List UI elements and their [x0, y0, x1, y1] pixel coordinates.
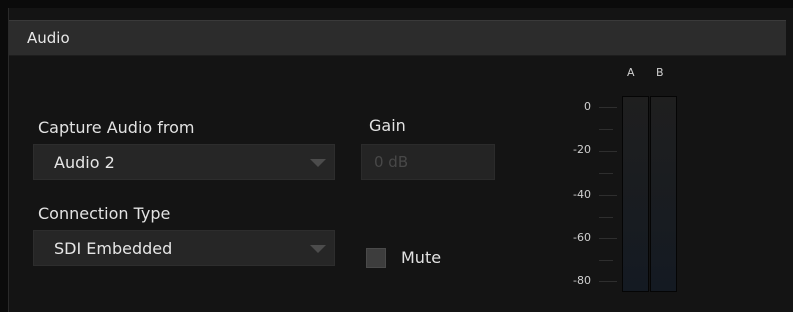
meter-bar-a: [622, 96, 649, 292]
chevron-down-icon: [310, 159, 326, 167]
connection-type-dropdown[interactable]: SDI Embedded: [33, 230, 335, 266]
connection-type-value: SDI Embedded: [54, 239, 173, 258]
audio-panel: Audio Capture Audio from Audio 2 Connect…: [8, 8, 793, 312]
meter-tick: [599, 129, 613, 130]
meter-channel-a-label: A: [627, 66, 635, 79]
capture-audio-value: Audio 2: [54, 153, 115, 172]
capture-audio-dropdown[interactable]: Audio 2: [33, 144, 335, 180]
meter-tick-label: -80: [573, 274, 591, 287]
meter-channel-b-label: B: [656, 66, 664, 79]
mute-label: Mute: [401, 248, 442, 267]
gain-input[interactable]: 0 dB: [361, 144, 495, 180]
gain-label: Gain: [369, 116, 406, 135]
capture-audio-label: Capture Audio from: [38, 118, 195, 137]
meter-tick-label: 0: [584, 100, 591, 113]
meter-tick: [599, 173, 613, 174]
meter-tick: [599, 151, 617, 152]
meter-tick: [599, 260, 613, 261]
chevron-down-icon: [310, 245, 326, 253]
meter-tick: [599, 195, 617, 196]
mute-checkbox[interactable]: [366, 248, 386, 268]
meter-tick: [599, 238, 617, 239]
panel-header: Audio: [9, 20, 786, 56]
panel-title: Audio: [27, 29, 70, 47]
meter-tick: [599, 217, 613, 218]
meter-tick-label: -60: [573, 231, 591, 244]
meter-tick: [599, 281, 617, 282]
meter-tick-label: -40: [573, 188, 591, 201]
meter-bar-b: [650, 96, 677, 292]
meter-tick: [599, 107, 617, 108]
gain-value: 0 dB: [374, 153, 409, 171]
meter-tick-label: -20: [573, 143, 591, 156]
connection-type-label: Connection Type: [38, 204, 171, 223]
